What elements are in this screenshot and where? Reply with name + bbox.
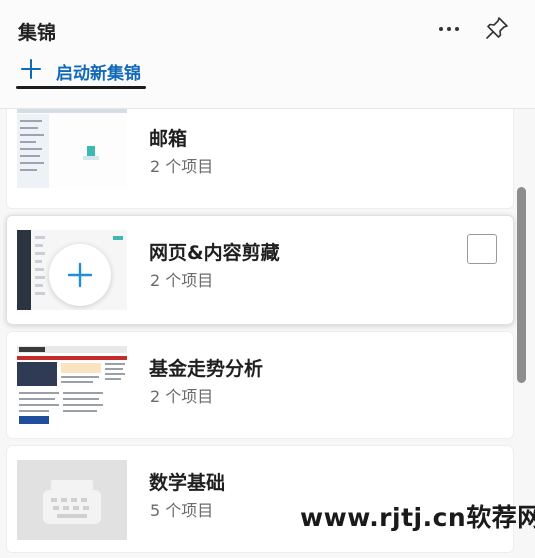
collection-item-count: 2 个项目 bbox=[150, 387, 214, 406]
select-collection-checkbox[interactable] bbox=[467, 234, 497, 264]
plus-icon bbox=[20, 58, 42, 80]
collection-card-fund-analysis[interactable]: 基金走势分析 2 个项目 bbox=[6, 331, 514, 439]
start-new-collection-label: 启动新集锦 bbox=[56, 64, 141, 84]
collection-title: 网页&内容剪藏 bbox=[149, 242, 280, 264]
active-underline bbox=[16, 86, 146, 89]
typewriter-placeholder-icon bbox=[17, 460, 127, 540]
collections-header: 集锦 启动新集锦 bbox=[0, 0, 535, 109]
vertical-scrollbar[interactable] bbox=[517, 187, 526, 383]
add-to-collection-thumbnail bbox=[17, 230, 127, 310]
collection-title: 数学基础 bbox=[149, 472, 226, 494]
collection-item-count: 2 个项目 bbox=[150, 271, 214, 290]
mail-webpage-thumbnail bbox=[17, 109, 127, 188]
collections-list: 邮箱 2 个项目 网页&内容剪藏 2 个项目 基金走势分析 2 个项目 数学基础… bbox=[0, 109, 535, 558]
more-options-icon[interactable] bbox=[436, 20, 462, 38]
collection-card-web-clipping[interactable]: 网页&内容剪藏 2 个项目 bbox=[6, 215, 514, 325]
collection-item-count: 5 个项目 bbox=[150, 501, 214, 520]
collection-card-mail[interactable]: 邮箱 2 个项目 bbox=[6, 109, 514, 209]
collection-title: 基金走势分析 bbox=[149, 358, 264, 380]
watermark-text: www.rjtj.cn软荐网 bbox=[300, 503, 535, 532]
add-current-page-button[interactable] bbox=[49, 244, 111, 306]
panel-title: 集锦 bbox=[18, 22, 57, 44]
collection-item-count: 2 个项目 bbox=[150, 157, 214, 176]
fund-webpage-thumbnail bbox=[17, 346, 127, 426]
pin-icon[interactable] bbox=[484, 15, 510, 41]
collection-title: 邮箱 bbox=[149, 128, 188, 150]
